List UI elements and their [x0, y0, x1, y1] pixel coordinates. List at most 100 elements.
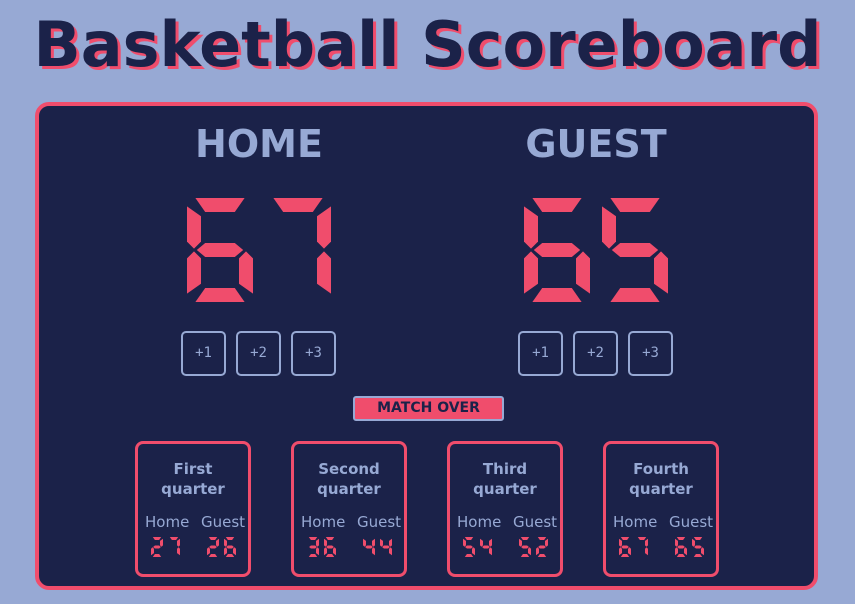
quarter-guest-score	[675, 537, 704, 557]
digit-segment	[645, 538, 648, 547]
digit-segment	[152, 537, 162, 540]
digit-segment	[576, 251, 590, 294]
digit-segment	[273, 198, 323, 212]
quarter-title-line1: First	[173, 460, 213, 478]
quarter-card-second: Second quarter Home Guest	[291, 441, 407, 577]
digit-segment	[207, 547, 210, 556]
digit-segment	[151, 547, 154, 556]
digit-segment	[233, 547, 236, 556]
digit-segment	[225, 537, 235, 540]
quarter-guest-label: Guest	[357, 513, 402, 531]
digit-segment	[693, 554, 703, 557]
digit-segment	[324, 538, 327, 547]
digit-segment	[628, 547, 631, 556]
match-status-badge: MATCH OVER	[353, 396, 504, 421]
digit-segment	[610, 288, 660, 302]
digit-segment	[224, 538, 227, 547]
guest-score-display	[524, 198, 668, 302]
quarter-guest-score	[363, 538, 392, 556]
digit-segment	[226, 545, 234, 549]
home-add-1-button[interactable]: +1	[181, 331, 226, 376]
quarter-guest-label: Guest	[513, 513, 558, 531]
quarter-title-line1: Third	[482, 460, 528, 478]
digit-segment	[693, 537, 703, 540]
digit-segment	[309, 545, 317, 549]
digit-segment	[620, 554, 630, 557]
digit-segment	[610, 198, 660, 212]
digit-segment	[153, 545, 161, 549]
digit-segment	[692, 538, 695, 547]
digit-segment	[524, 251, 538, 294]
digit-segment	[532, 288, 582, 302]
digit-segment	[602, 206, 616, 249]
digit-segment	[389, 538, 392, 547]
page-title: Basketball Scoreboard	[33, 8, 822, 81]
digit-segment	[482, 545, 490, 549]
digit-segment	[645, 547, 648, 556]
digit-segment	[308, 554, 318, 557]
digit-segment	[465, 545, 473, 549]
home-team-name: HOME	[195, 122, 323, 166]
digit-segment	[684, 547, 687, 556]
quarter-title-line2: quarter	[473, 480, 537, 498]
quarter-title: Second quarter	[294, 459, 404, 499]
guest-add-2-button[interactable]: +2	[573, 331, 618, 376]
digit-segment	[317, 206, 331, 249]
digit-segment	[676, 554, 686, 557]
guest-button-row: +1 +2 +3	[518, 331, 678, 377]
quarter-home-label: Home	[301, 513, 346, 531]
digit-segment	[325, 537, 335, 540]
digit-segment	[677, 545, 685, 549]
digit-segment	[532, 198, 582, 212]
digit-segment	[169, 537, 179, 540]
quarter-guest-label: Guest	[201, 513, 246, 531]
digit-segment	[675, 547, 678, 556]
digit-segment	[195, 198, 245, 212]
digit-segment	[619, 538, 622, 547]
digit-segment	[538, 545, 546, 549]
guest-team-name: GUEST	[525, 122, 667, 166]
digit-segment	[537, 554, 547, 557]
digit-segment	[537, 537, 547, 540]
quarter-card-fourth: Fourth quarter Home Guest	[603, 441, 719, 577]
digit-segment	[528, 547, 531, 556]
quarter-home-score	[619, 537, 648, 557]
home-add-2-button[interactable]: +2	[236, 331, 281, 376]
digit-segment	[308, 537, 318, 540]
digit-segment	[637, 537, 647, 540]
digit-segment	[333, 547, 336, 556]
digit-segment	[152, 554, 162, 557]
digit-segment	[324, 547, 327, 556]
digit-segment	[239, 251, 253, 294]
digit-segment	[521, 545, 529, 549]
digit-segment	[372, 538, 375, 547]
quarter-title: First quarter	[138, 459, 248, 499]
quarter-card-first: First quarter Home Guest	[135, 441, 251, 577]
scoreboard-panel: HOME +1 +2 +3 GUEST +1 +2 +3 MATCH OVER …	[35, 102, 818, 590]
digit-segment	[160, 538, 163, 547]
digit-segment	[464, 537, 474, 540]
guest-add-1-button[interactable]: +1	[518, 331, 563, 376]
digit-segment	[519, 538, 522, 547]
quarter-title: Fourth quarter	[606, 459, 716, 499]
digit-segment	[382, 545, 390, 549]
quarter-home-label: Home	[457, 513, 502, 531]
digit-segment	[480, 538, 483, 547]
digit-segment	[365, 545, 373, 549]
digit-segment	[701, 547, 704, 556]
digit-segment	[316, 547, 319, 556]
digit-segment	[380, 538, 383, 547]
digit-segment	[209, 545, 217, 549]
home-score	[187, 198, 331, 302]
quarter-home-score	[463, 537, 492, 557]
digit-segment	[208, 554, 218, 557]
digit-segment	[372, 547, 375, 556]
digit-segment	[694, 545, 702, 549]
guest-add-3-button[interactable]: +3	[628, 331, 673, 376]
digit-segment	[654, 251, 668, 294]
home-add-3-button[interactable]: +3	[291, 331, 336, 376]
digit-segment	[619, 547, 622, 556]
quarter-home-score	[308, 537, 336, 557]
digit-segment	[464, 554, 474, 557]
digit-segment	[326, 545, 334, 549]
